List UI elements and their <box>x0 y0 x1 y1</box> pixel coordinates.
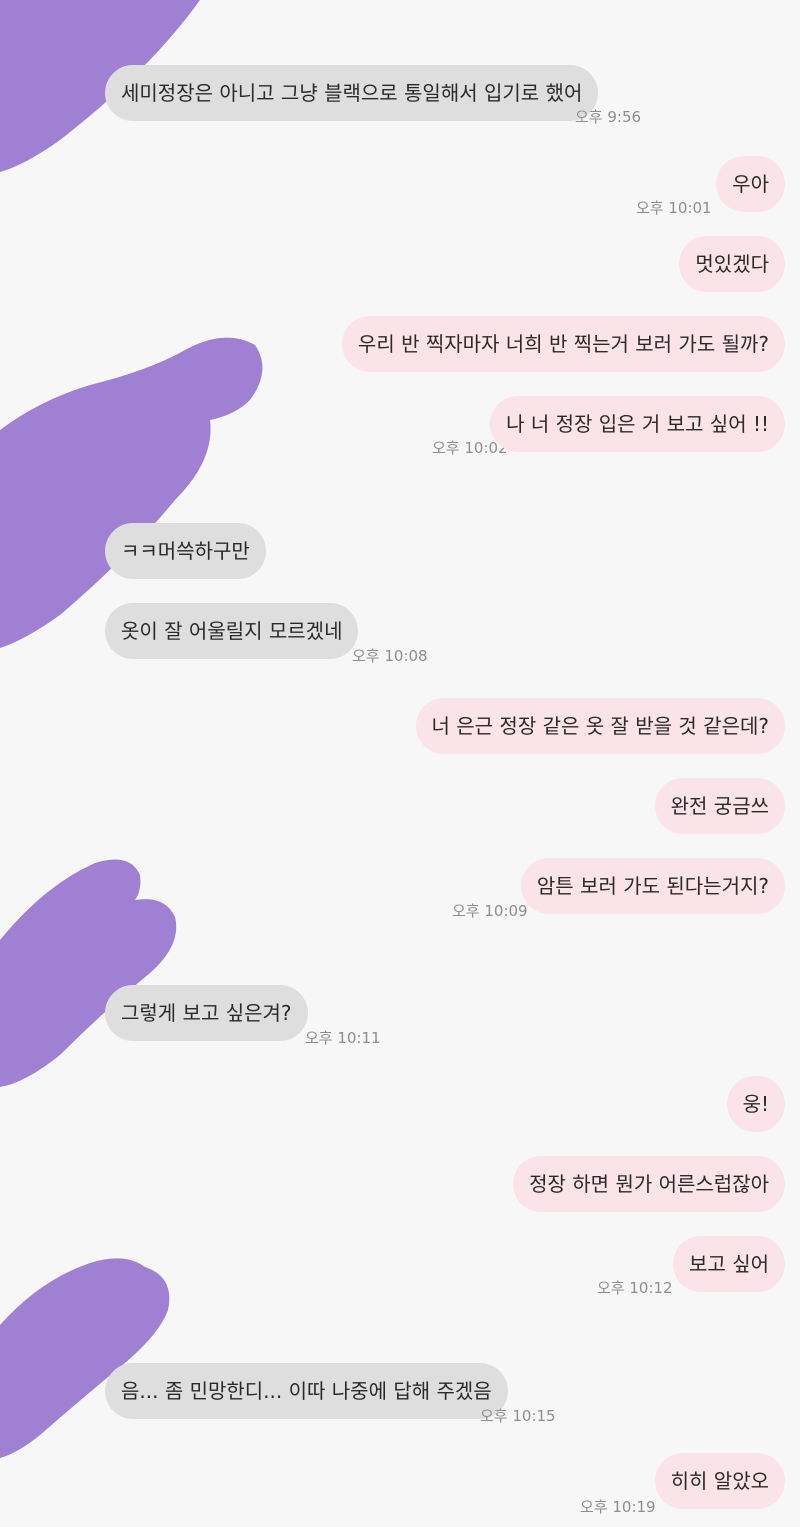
outgoing-message: 히히 알았오 <box>654 1453 785 1509</box>
outgoing-message: 암튼 보러 가도 된다는거지? <box>520 858 785 914</box>
message-timestamp: 오후 10:09 <box>452 902 528 920</box>
message-bubble[interactable]: 히히 알았오 <box>654 1453 785 1509</box>
message-timestamp: 오후 10:15 <box>480 1407 556 1425</box>
incoming-message: ㅋㅋ머쓱하구만 <box>105 523 266 579</box>
message-bubble[interactable]: 멋있겠다 <box>679 236 785 292</box>
outgoing-message: 정장 하면 뭔가 어른스럽잖아 <box>513 1156 785 1212</box>
outgoing-message: 보고 싶어 <box>673 1236 785 1292</box>
message-bubble[interactable]: 너 은근 정장 같은 옷 잘 받을 것 같은데? <box>415 698 785 754</box>
message-timestamp: 오후 9:56 <box>575 108 642 126</box>
message-timestamp: 오후 10:01 <box>636 199 712 217</box>
message-bubble[interactable]: 세미정장은 아니고 그냥 블랙으로 통일해서 입기로 했어 <box>105 65 599 121</box>
message-bubble[interactable]: 암튼 보러 가도 된다는거지? <box>520 858 785 914</box>
message-bubble[interactable]: 우아 <box>716 156 785 212</box>
outgoing-message: 너 은근 정장 같은 옷 잘 받을 것 같은데? <box>415 698 785 754</box>
outgoing-message: 웅! <box>726 1076 785 1132</box>
incoming-message: 세미정장은 아니고 그냥 블랙으로 통일해서 입기로 했어 <box>105 65 599 121</box>
incoming-message: 그렇게 보고 싶은겨? <box>105 985 308 1041</box>
chat-thread: 세미정장은 아니고 그냥 블랙으로 통일해서 입기로 했어 오후 9:56 오후… <box>0 0 800 1527</box>
message-bubble[interactable]: 보고 싶어 <box>673 1236 785 1292</box>
incoming-message: 옷이 잘 어울릴지 모르겠네 <box>105 603 359 659</box>
outgoing-message: 완전 궁금쓰 <box>654 778 785 834</box>
message-bubble[interactable]: 웅! <box>726 1076 785 1132</box>
redacted-avatar-3 <box>0 859 177 1087</box>
message-bubble[interactable]: ㅋㅋ머쓱하구만 <box>105 523 266 579</box>
message-bubble[interactable]: 완전 궁금쓰 <box>654 778 785 834</box>
redacted-avatar-2 <box>0 337 263 648</box>
message-bubble[interactable]: 나 너 정장 입은 거 보고 싶어 !! <box>490 396 785 452</box>
redacted-avatar-4 <box>0 1258 170 1458</box>
message-bubble[interactable]: 정장 하면 뭔가 어른스럽잖아 <box>513 1156 785 1212</box>
message-timestamp: 오후 10:08 <box>352 647 428 665</box>
message-timestamp: 오후 10:11 <box>305 1029 381 1047</box>
message-bubble[interactable]: 우리 반 찍자마자 너희 반 찍는거 보러 가도 될까? <box>341 316 785 372</box>
outgoing-message: 우아 <box>716 156 785 212</box>
outgoing-message: 우리 반 찍자마자 너희 반 찍는거 보러 가도 될까? <box>341 316 785 372</box>
message-timestamp: 오후 10:19 <box>580 1498 656 1516</box>
message-bubble[interactable]: 옷이 잘 어울릴지 모르겠네 <box>105 603 359 659</box>
message-bubble[interactable]: 그렇게 보고 싶은겨? <box>105 985 308 1041</box>
message-timestamp: 오후 10:12 <box>597 1279 673 1297</box>
outgoing-message: 나 너 정장 입은 거 보고 싶어 !! <box>490 396 785 452</box>
outgoing-message: 멋있겠다 <box>679 236 785 292</box>
incoming-message: 음... 좀 민망한디... 이따 나중에 답해 주겠음 <box>105 1363 508 1419</box>
message-bubble[interactable]: 음... 좀 민망한디... 이따 나중에 답해 주겠음 <box>105 1363 508 1419</box>
